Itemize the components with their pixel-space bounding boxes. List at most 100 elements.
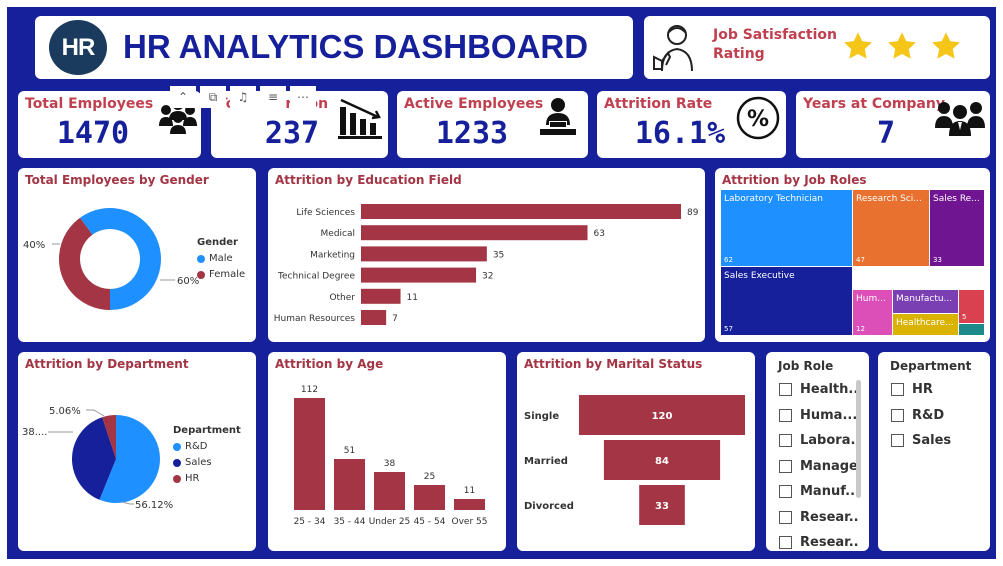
treemap-tile[interactable]: Manufactu... xyxy=(893,290,958,313)
slicer-option[interactable]: Sales xyxy=(891,428,981,454)
legend-label: HR xyxy=(185,473,200,484)
marital-funnel-chart[interactable]: Single 120 Married 84 Divorced 33 xyxy=(517,352,755,551)
slicer-option[interactable]: Manager xyxy=(779,454,859,480)
legend-item[interactable]: Female xyxy=(197,269,245,280)
legend-item[interactable]: Sales xyxy=(173,457,241,468)
bar[interactable] xyxy=(414,485,445,510)
slicer-title: Job Role xyxy=(778,359,834,373)
slicer-option[interactable]: Resear... xyxy=(779,505,859,531)
education-bar-chart[interactable]: Life Sciences 89 Medical 63 Marketing 35 Techn… xyxy=(268,168,705,342)
slicer-option-label: Resear... xyxy=(800,509,859,525)
bell-icon[interactable]: ♫ xyxy=(230,86,256,108)
jobroles-treemap[interactable]: Laboratory Technician 62 Research Sci... 47… xyxy=(721,190,984,335)
slicer-option[interactable]: Manuf... xyxy=(779,479,859,505)
legend-item[interactable]: R&D xyxy=(173,441,241,452)
slicer-option[interactable]: Huma... xyxy=(779,403,859,429)
treemap-tile[interactable]: Sales Executive 57 xyxy=(721,267,852,335)
slicer-option[interactable]: HR xyxy=(891,377,981,403)
slicer-scrollbar[interactable] xyxy=(856,380,861,498)
bar[interactable] xyxy=(361,246,487,262)
tile-label: Research Sci... xyxy=(856,194,922,204)
bar[interactable] xyxy=(334,459,365,510)
data-label: 11 xyxy=(464,486,475,496)
bar[interactable] xyxy=(361,267,477,283)
age-chart-card[interactable]: Attrition by Age 112 25 - 34 51 35 - 44 38 Un… xyxy=(268,352,506,551)
treemap-tile[interactable]: Research Sci... 47 xyxy=(853,190,929,266)
bar[interactable] xyxy=(361,225,588,241)
kpi-title: Total Employees xyxy=(25,96,154,112)
category-label: 35 - 44 xyxy=(334,517,366,527)
jobroles-chart-card[interactable]: Attrition by Job Roles Laboratory Techni… xyxy=(715,168,990,342)
filter-icon[interactable]: ≡ xyxy=(260,86,286,108)
kpi-active-employees: Active Employees 1233 xyxy=(397,91,588,158)
copy-icon[interactable]: ⧉ xyxy=(200,86,226,108)
legend-label: Female xyxy=(209,269,246,280)
bar[interactable] xyxy=(294,398,325,510)
checkbox[interactable] xyxy=(779,434,792,448)
treemap-tile[interactable] xyxy=(959,324,984,335)
category-label: Over 55 xyxy=(452,517,488,527)
checkbox[interactable] xyxy=(891,408,904,422)
slicer-option[interactable]: Labora... xyxy=(779,428,859,454)
bar[interactable] xyxy=(361,204,681,219)
slicer-option[interactable]: Health... xyxy=(779,377,859,403)
bar[interactable] xyxy=(361,310,387,325)
leader-line xyxy=(121,501,134,505)
tile-value: 57 xyxy=(724,325,733,333)
education-chart-card[interactable]: Attrition by Education Field Life Scienc… xyxy=(268,168,705,342)
tile-value: 47 xyxy=(856,256,865,264)
bar[interactable] xyxy=(454,499,485,510)
bar[interactable] xyxy=(374,472,405,510)
slicer-list[interactable]: Health... Huma... Labora... Manager Manu… xyxy=(779,377,859,551)
category-label: Technical Degree xyxy=(277,272,355,282)
job-satisfaction-card: Job Satisfaction Rating xyxy=(644,16,990,79)
more-options-icon[interactable]: ⋯ xyxy=(290,86,316,108)
legend-swatch xyxy=(197,270,205,279)
slicer-option-label: Huma... xyxy=(800,407,858,423)
bar[interactable] xyxy=(361,288,401,304)
star-icon xyxy=(932,32,960,59)
kpi-title: Years at Company xyxy=(803,96,945,112)
kpi-value: 16.1% xyxy=(634,116,726,151)
slicer-list[interactable]: HR R&D Sales xyxy=(891,377,981,454)
checkbox[interactable] xyxy=(779,510,792,524)
marital-chart-card[interactable]: Attrition by Marital Status Single 120 Mar… xyxy=(517,352,755,551)
legend-label: Male xyxy=(209,253,233,264)
treemap-tile[interactable]: Sales Re... 33 xyxy=(930,190,984,266)
checkbox[interactable] xyxy=(779,485,792,499)
data-label: 32 xyxy=(482,272,493,282)
legend-swatch xyxy=(197,254,205,263)
checkbox[interactable] xyxy=(891,434,904,448)
checkbox[interactable] xyxy=(779,536,792,550)
department-chart-card[interactable]: Attrition by Department 5.06% 38.... 56.12… xyxy=(18,352,256,551)
tile-value: 12 xyxy=(856,325,865,333)
slicer-option-label: R&D xyxy=(912,407,945,423)
data-label: 84 xyxy=(655,456,669,467)
slicer-option[interactable]: Resear... xyxy=(779,530,859,551)
checkbox[interactable] xyxy=(891,383,904,397)
slicer-option-label: Labora... xyxy=(800,433,859,449)
slicer-option-label: Manuf... xyxy=(800,484,859,500)
treemap-tile[interactable]: Hum... 12 xyxy=(853,290,892,335)
treemap-tile[interactable]: Laboratory Technician 62 xyxy=(721,190,852,266)
treemap-tile[interactable]: 5 xyxy=(959,290,984,323)
checkbox[interactable] xyxy=(779,459,792,473)
slicer-option-label: Manager xyxy=(800,458,859,474)
legend-item[interactable]: Male xyxy=(197,253,245,264)
legend-item[interactable]: HR xyxy=(173,473,241,484)
focus-mode-icon[interactable]: ⌃ xyxy=(170,86,196,108)
tile-value: 5 xyxy=(962,313,967,321)
kpi-years-at-company: Years at Company 7 xyxy=(796,91,990,158)
data-label: 38 xyxy=(384,459,396,469)
treemap-tile[interactable]: Healthcare... xyxy=(893,314,958,335)
visual-toolbar: ⌃ ⧉ ♫ ≡ ⋯ xyxy=(170,86,330,108)
donut-slice-female[interactable] xyxy=(59,217,110,310)
gender-chart-card[interactable]: Total Employees by Gender 40% 60% Gender … xyxy=(18,168,256,342)
checkbox[interactable] xyxy=(779,383,792,397)
data-label: 38.... xyxy=(22,427,47,438)
slicer-option[interactable]: R&D xyxy=(891,403,981,429)
jobrole-slicer[interactable]: Job Role Health... Huma... Labora... Man… xyxy=(766,352,869,551)
age-bar-chart[interactable]: 112 25 - 34 51 35 - 44 38 Under 25 25 45 - 54 11… xyxy=(268,352,506,551)
checkbox[interactable] xyxy=(779,408,792,422)
department-slicer[interactable]: Department HR R&D Sales xyxy=(878,352,990,551)
